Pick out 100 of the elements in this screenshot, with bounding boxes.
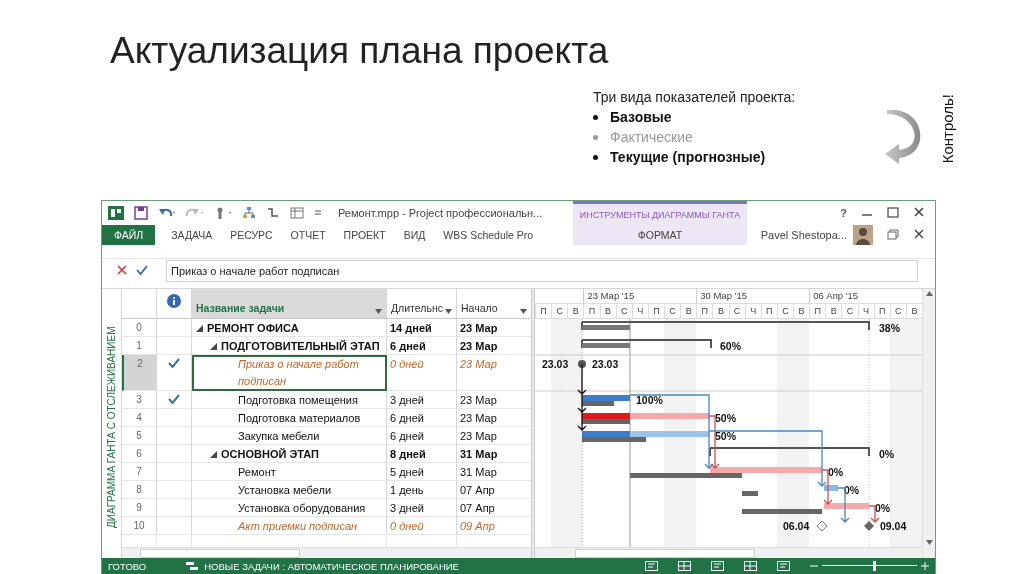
task-name-cell[interactable]: РЕМОНТ ОФИСА — [192, 319, 387, 337]
bullet-intro: Три вида показателей проекта: — [593, 88, 797, 106]
ribbon-tab[interactable]: ВИД — [401, 225, 428, 245]
ribbon-tab[interactable]: РЕСУРС — [228, 225, 275, 245]
status-text: ГОТОВО — [108, 560, 147, 572]
file-tab[interactable]: ФАЙЛ — [102, 225, 156, 245]
ribbon-tab[interactable]: ОТЧЕТ — [288, 225, 328, 245]
row-number[interactable]: 1 — [122, 337, 157, 355]
zoom-in-icon[interactable] — [921, 562, 929, 570]
task-name-cell[interactable]: Акт приемки подписан — [192, 517, 387, 535]
day-label: В — [793, 304, 810, 318]
task-name-cell[interactable]: ПОДГОТОВИТЕЛЬНЫЙ ЭТАП — [192, 337, 387, 355]
collapse-icon[interactable] — [210, 343, 217, 350]
horizontal-scrollbar[interactable] — [535, 547, 922, 559]
bar-label: 50% — [715, 430, 736, 442]
week-label: 23 Мар '15 — [583, 289, 697, 303]
collapse-icon[interactable] — [210, 451, 217, 458]
duration-cell: 3 дней — [387, 499, 457, 517]
day-label: С — [841, 304, 858, 318]
save-icon[interactable] — [134, 206, 148, 220]
task-name-cell[interactable]: Установка мебели — [192, 481, 387, 499]
curved-arrow-icon — [883, 110, 923, 165]
bullet-icon — [593, 155, 598, 160]
view-icon[interactable] — [645, 561, 658, 571]
scroll-up-icon[interactable] — [925, 291, 933, 296]
row-number[interactable]: 6 — [122, 445, 157, 463]
scroll-down-icon[interactable] — [925, 540, 933, 545]
confirm-icon[interactable] — [136, 263, 148, 278]
task-name-cell[interactable]: Подготовка помещения — [192, 391, 387, 409]
avatar-icon — [853, 225, 873, 245]
side-note: Контроль! — [939, 94, 956, 164]
horizontal-scrollbar[interactable] — [122, 547, 531, 559]
zoom-slider[interactable] — [822, 561, 917, 571]
user-name[interactable]: Pavel Shestopa... — [760, 229, 847, 241]
help-button[interactable]: ? — [840, 207, 847, 219]
ribbon-tab[interactable]: ФОРМАТ — [635, 229, 685, 241]
task-name: ПОДГОТОВИТЕЛЬНЫЙ ЭТАП — [221, 339, 380, 354]
task-name-cell[interactable]: Установка оборудования — [192, 499, 387, 517]
task-name-cell[interactable]: Ремонт — [192, 463, 387, 481]
gantt-view-icon[interactable] — [711, 561, 724, 571]
row-number[interactable]: 3 — [122, 391, 157, 409]
ribbon-tab[interactable]: ПРОЕКТ — [341, 225, 388, 245]
day-label: С — [551, 304, 568, 318]
day-label: В — [825, 304, 842, 318]
duration-cell: 5 дней — [387, 463, 457, 481]
day-label: П — [647, 304, 664, 318]
zoom-out-icon[interactable] — [810, 562, 818, 570]
ribbon-tab[interactable]: ЗАДАЧА — [169, 225, 215, 245]
row-number[interactable]: 10 — [122, 517, 157, 535]
restore-icon[interactable] — [887, 228, 899, 242]
day-label: П — [583, 304, 600, 318]
row-number[interactable]: 0 — [122, 319, 157, 337]
window-title: Ремонт.mpp - Project профессиональн... — [338, 207, 543, 219]
vertical-scrollbar[interactable] — [922, 289, 935, 559]
zoom-thumb[interactable] — [873, 561, 877, 571]
task-name-cell[interactable]: Приказ о начале работ подписан — [192, 355, 387, 391]
maximize-icon[interactable] — [887, 206, 899, 220]
row-number[interactable]: 5 — [122, 427, 157, 445]
row-number[interactable]: 4 — [122, 409, 157, 427]
dropdown-caret-icon — [445, 309, 452, 314]
bar-label: 09.04 — [880, 520, 907, 532]
task-name: Закупка мебели — [238, 429, 320, 444]
table-icon[interactable] — [290, 206, 304, 220]
day-label: П — [760, 304, 777, 318]
task-name: Приказ о начале работ подписан — [238, 357, 360, 389]
bar-label: 23.03 — [542, 358, 569, 370]
row-number[interactable]: 7 — [122, 463, 157, 481]
day-label: П — [873, 304, 890, 318]
bar-label: 0% — [875, 502, 891, 514]
task-name: Установка оборудования — [238, 501, 366, 516]
day-label: С — [615, 304, 632, 318]
task-name-cell[interactable]: Подготовка материалов — [192, 409, 387, 427]
task-name: Подготовка помещения — [238, 393, 358, 408]
column-header[interactable]: Название задачи — [192, 289, 387, 319]
task-name-cell[interactable]: ОСНОВНОЙ ЭТАП — [192, 445, 387, 463]
column-header[interactable]: Длительнс — [387, 289, 457, 319]
task-name: ОСНОВНОЙ ЭТАП — [221, 447, 319, 462]
row-number[interactable]: 9 — [122, 499, 157, 517]
day-label: Ч — [857, 304, 874, 318]
task-name-cell[interactable]: Закупка мебели — [192, 427, 387, 445]
row-number[interactable]: 8 — [122, 481, 157, 499]
row-number[interactable]: 2 — [122, 355, 157, 391]
entry-field[interactable]: Приказ о начале работ подписан — [166, 259, 918, 282]
grid-view-icon[interactable] — [744, 561, 757, 571]
day-label: В — [680, 304, 697, 318]
ribbon-tab[interactable]: WBS Schedule Pro — [441, 225, 536, 245]
day-label: П — [535, 304, 552, 318]
bullet-text: Фактические — [610, 128, 693, 146]
task-mode-icon — [186, 561, 199, 571]
org-chart-icon[interactable] — [242, 206, 256, 220]
day-label: С — [776, 304, 793, 318]
collapse-icon[interactable] — [196, 325, 203, 332]
bar-label: 60% — [720, 340, 741, 352]
task-mode-status[interactable]: НОВЫЕ ЗАДАЧИ : АВТОМАТИЧЕСКОЕ ПЛАНИРОВАНИЕ — [204, 560, 459, 572]
bar-label: 0% — [844, 484, 860, 496]
task-name: Подготовка материалов — [238, 411, 361, 426]
bar-label: 38% — [879, 322, 900, 334]
day-label: Ч — [744, 304, 761, 318]
bar-label: 0% — [828, 466, 844, 478]
dependency-arrow — [577, 363, 587, 431]
